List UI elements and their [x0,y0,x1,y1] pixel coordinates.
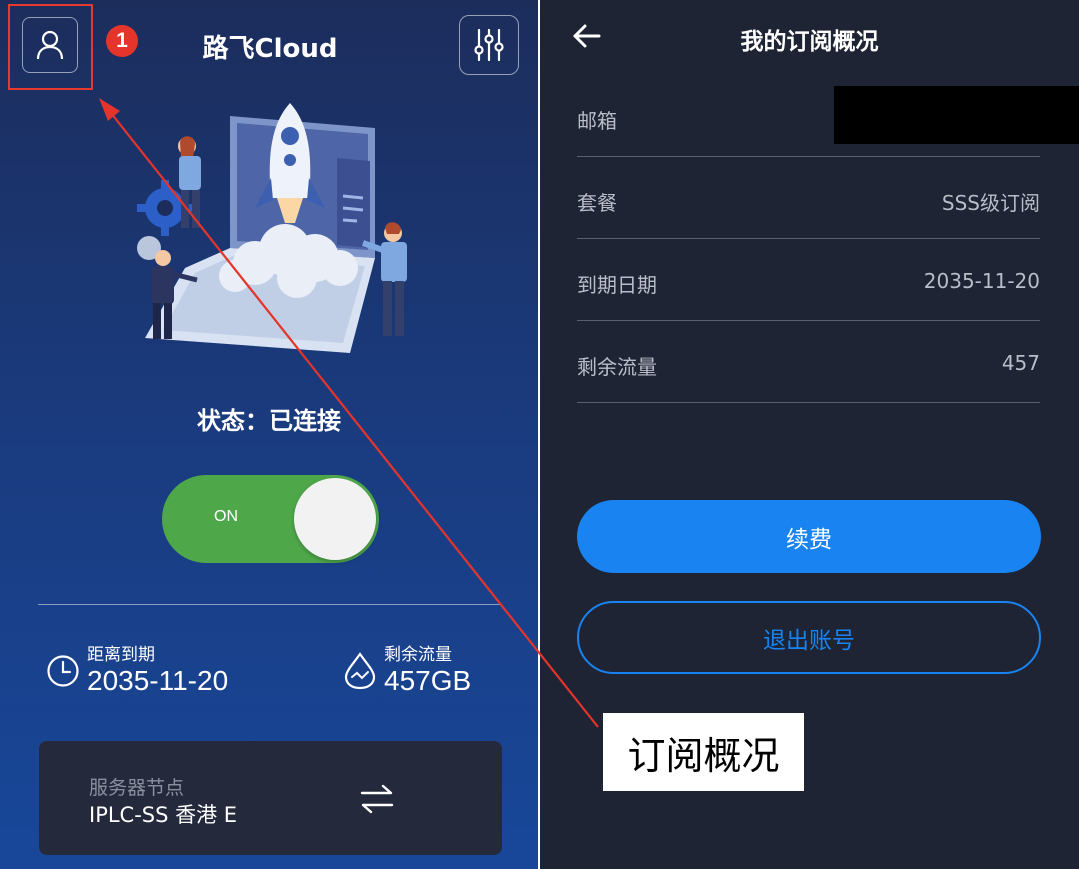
main-screen: 1 路飞Cloud 状态：已连接 ON 距离到期 2035-11-20 剩余流量… [0,0,538,869]
row-value: 2035-11-20 [923,269,1040,293]
expire-stat: 距离到期 2035-11-20 [46,645,228,697]
logout-button[interactable]: 退出账号 [577,601,1041,674]
divider [38,604,502,605]
step-badge: 1 [106,25,138,57]
info-row-expiry: 到期日期 2035-11-20 [577,239,1040,321]
row-value: 457 [1001,351,1040,375]
row-label: 套餐 [577,191,617,215]
info-row-traffic: 剩余流量 457 [577,321,1040,403]
expire-value: 2035-11-20 [87,665,229,696]
expire-caption: 距离到期 [87,645,155,665]
panel-separator [538,0,540,869]
swap-icon[interactable] [359,783,395,815]
vpn-toggle[interactable]: ON [162,475,379,563]
info-row-email: 邮箱 [577,75,1079,157]
rocket-illustration [137,103,407,353]
server-value: IPLC-SS 香港 E [89,803,238,827]
row-label: 剩余流量 [577,355,657,379]
profile-button[interactable] [22,17,78,73]
page-title: 我的订阅概况 [740,29,879,55]
row-divider [577,402,1040,403]
clock-icon [46,654,80,688]
settings-button[interactable] [459,15,519,75]
app-title: 路飞Cloud [202,34,338,64]
traffic-value: 457GB [384,665,472,696]
info-row-plan: 套餐 SSS级订阅 [577,157,1040,239]
redacted-email [834,86,1079,144]
server-selector[interactable]: 服务器节点 IPLC-SS 香港 E [39,741,502,855]
renew-button[interactable]: 续费 [577,500,1041,573]
toggle-knob[interactable] [294,478,376,560]
row-value: SSS级订阅 [941,191,1040,215]
row-label: 邮箱 [577,109,617,133]
user-icon [36,30,64,60]
connection-status: 状态：已连接 [197,407,341,435]
row-label: 到期日期 [577,273,657,297]
server-caption: 服务器节点 [89,777,185,799]
toggle-label: ON [214,508,238,525]
water-drop-icon [343,652,377,690]
traffic-stat: 剩余流量 457GB [343,645,471,697]
sliders-icon [474,28,504,62]
traffic-caption: 剩余流量 [384,645,452,665]
annotation-callout: 订阅概况 [603,713,804,791]
